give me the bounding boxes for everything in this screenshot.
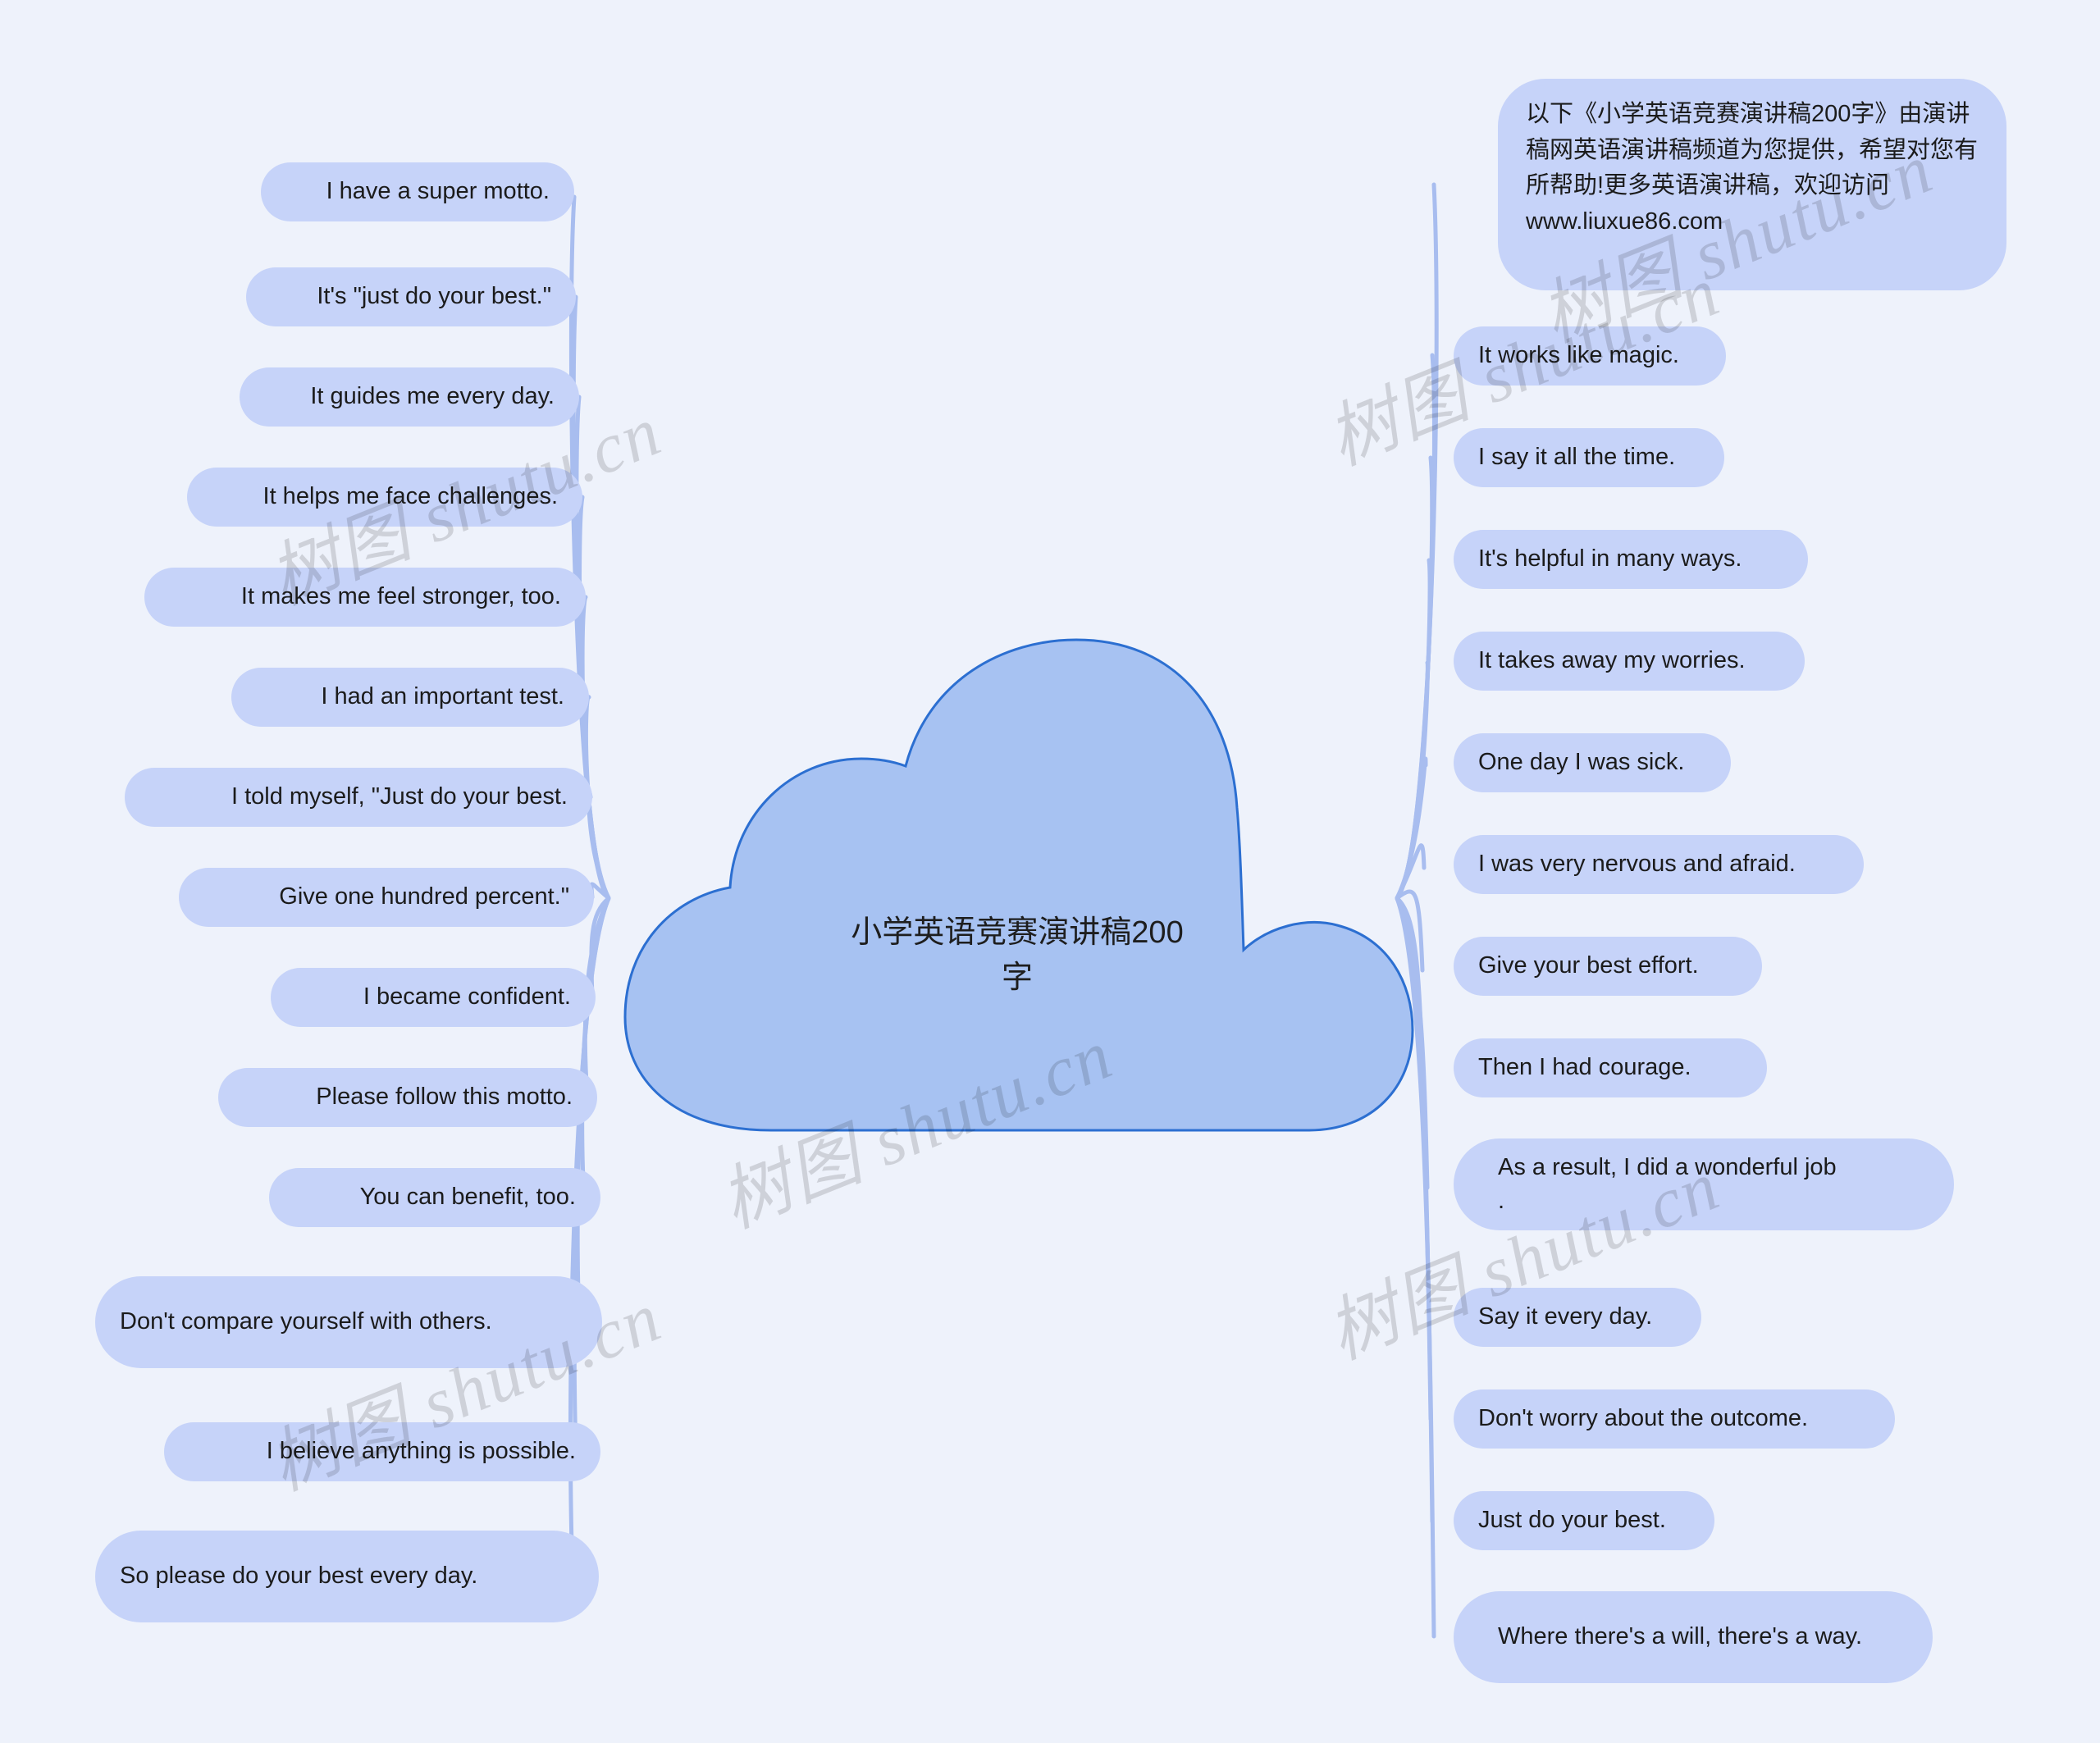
- mindmap-canvas: 小学英语竞赛演讲稿200 字 I have a super motto. It'…: [0, 0, 2100, 1743]
- list-item[interactable]: Say it every day.: [1454, 1288, 1701, 1347]
- node-label: I believe anything is possible.: [266, 1438, 576, 1465]
- node-label: It's "just do your best.": [317, 283, 551, 310]
- node-label: Then I had courage.: [1478, 1054, 1691, 1081]
- list-item[interactable]: It works like magic.: [1454, 326, 1726, 386]
- list-item[interactable]: It makes me feel stronger, too.: [144, 568, 586, 627]
- list-item[interactable]: I believe anything is possible.: [164, 1422, 600, 1481]
- list-item[interactable]: Give one hundred percent.": [179, 868, 594, 927]
- list-item[interactable]: It's "just do your best.": [246, 267, 576, 326]
- list-item[interactable]: Where there's a will, there's a way.: [1454, 1591, 1933, 1683]
- list-item[interactable]: I was very nervous and afraid.: [1454, 835, 1864, 894]
- list-item[interactable]: Give your best effort.: [1454, 937, 1762, 996]
- list-item[interactable]: 以下《小学英语竞赛演讲稿200字》由演讲稿网英语演讲稿频道为您提供，希望对您有所…: [1498, 79, 2006, 290]
- node-label: It helps me face challenges.: [262, 483, 558, 510]
- list-item[interactable]: Don't worry about the outcome.: [1454, 1389, 1895, 1449]
- list-item[interactable]: It's helpful in many ways.: [1454, 530, 1808, 589]
- node-label: It takes away my worries.: [1478, 647, 1746, 674]
- list-item[interactable]: It helps me face challenges.: [187, 468, 582, 527]
- node-label: It works like magic.: [1478, 342, 1679, 369]
- node-label: Don't worry about the outcome.: [1478, 1405, 1809, 1432]
- node-label: Please follow this motto.: [316, 1084, 573, 1111]
- node-label: So please do your best every day.: [120, 1563, 478, 1590]
- list-item[interactable]: It guides me every day.: [240, 367, 579, 427]
- node-label: I was very nervous and afraid.: [1478, 851, 1796, 878]
- list-item[interactable]: It takes away my worries.: [1454, 632, 1805, 691]
- node-label: I have a super motto.: [326, 178, 550, 205]
- list-item[interactable]: As a result, I did a wonderful job .: [1454, 1138, 1954, 1230]
- list-item[interactable]: I say it all the time.: [1454, 428, 1724, 487]
- central-topic-label: 小学英语竞赛演讲稿200 字: [851, 915, 1184, 995]
- node-label: I told myself, "Just do your best.: [231, 783, 568, 810]
- node-label: I had an important test.: [321, 683, 564, 710]
- list-item[interactable]: Then I had courage.: [1454, 1038, 1767, 1097]
- node-label: It's helpful in many ways.: [1478, 545, 1742, 573]
- node-label: Where there's a will, there's a way.: [1498, 1623, 1863, 1650]
- list-item[interactable]: I told myself, "Just do your best.: [125, 768, 592, 827]
- node-label: I say it all the time.: [1478, 444, 1676, 471]
- node-label: I became confident.: [363, 983, 571, 1011]
- central-topic-node[interactable]: 小学英语竞赛演讲稿200 字: [607, 632, 1427, 1132]
- list-item[interactable]: Just do your best.: [1454, 1491, 1714, 1550]
- node-label: It guides me every day.: [310, 383, 555, 410]
- node-label: 以下《小学英语竞赛演讲稿200字》由演讲稿网英语演讲稿频道为您提供，希望对您有所…: [1526, 101, 1979, 235]
- node-label: Say it every day.: [1478, 1303, 1653, 1330]
- list-item[interactable]: One day I was sick.: [1454, 733, 1731, 792]
- list-item[interactable]: I became confident.: [271, 968, 596, 1027]
- node-label: You can benefit, too.: [359, 1184, 576, 1211]
- list-item[interactable]: You can benefit, too.: [269, 1168, 600, 1227]
- node-label: One day I was sick.: [1478, 749, 1685, 776]
- list-item[interactable]: So please do your best every day.: [95, 1531, 599, 1622]
- list-item[interactable]: I have a super motto.: [261, 162, 574, 221]
- list-item[interactable]: I had an important test.: [231, 668, 589, 727]
- list-item[interactable]: Don't compare yourself with others.: [95, 1276, 602, 1368]
- node-label: Give one hundred percent.": [279, 883, 569, 910]
- node-label: Give your best effort.: [1478, 952, 1699, 979]
- node-label: As a result, I did a wonderful job .: [1498, 1153, 1837, 1214]
- list-item[interactable]: Please follow this motto.: [218, 1068, 597, 1127]
- node-label: Just do your best.: [1478, 1507, 1666, 1534]
- node-label: Don't compare yourself with others.: [120, 1308, 492, 1335]
- node-label: It makes me feel stronger, too.: [240, 583, 561, 610]
